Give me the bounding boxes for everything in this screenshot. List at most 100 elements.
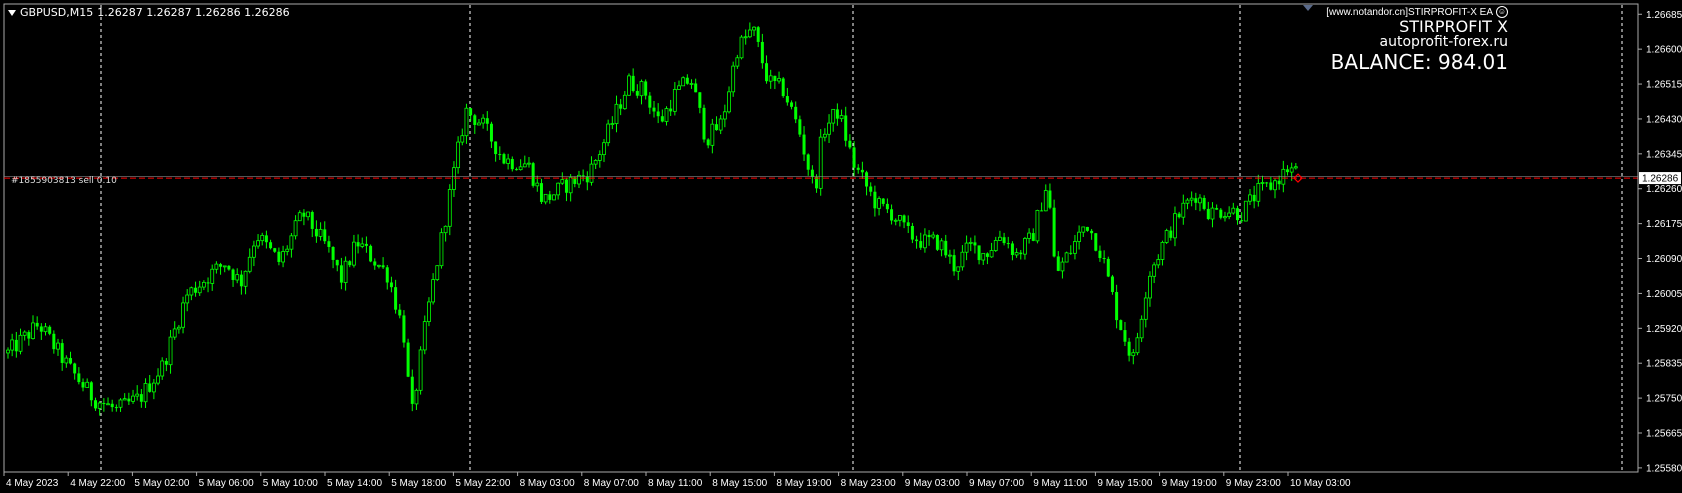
candle-body: [1040, 210, 1044, 212]
candle-body: [1014, 252, 1019, 256]
candle-body: [531, 163, 535, 186]
price-axis[interactable]: 1.26685 1.26600 1.26515 1.26430 1.26345 1.262…: [1637, 4, 1682, 474]
candle-body: [993, 240, 998, 251]
candle-body: [777, 78, 781, 82]
candle-body: [852, 147, 856, 168]
candle-body: [685, 77, 689, 84]
candle-body: [1060, 261, 1065, 272]
candle-body: [652, 107, 656, 112]
dropdown-triangle-icon[interactable]: [8, 9, 16, 16]
candle-body: [1223, 216, 1227, 219]
time-tick-label: 8 May 11:00: [648, 478, 703, 489]
candle-body: [1248, 194, 1252, 202]
candle-body: [839, 115, 844, 120]
candle-body: [810, 169, 814, 178]
candle-body: [1077, 231, 1082, 242]
candle-body: [473, 115, 477, 125]
ea-site: autoprofit-forex.ru: [1379, 34, 1508, 50]
candle-body: [794, 106, 798, 120]
candle-body: [114, 407, 118, 409]
candle-body: [1148, 275, 1152, 299]
candle-body: [560, 179, 565, 184]
candle-body: [18, 334, 23, 352]
candle-body: [785, 96, 789, 103]
candle-body: [94, 400, 98, 409]
candle-body: [806, 154, 810, 170]
candle-body: [6, 349, 10, 354]
candle-body: [1160, 241, 1165, 260]
candle-body: [773, 75, 777, 81]
candle-body: [1131, 352, 1136, 357]
chart-window[interactable]: 1.26286 1.26685 1.26600 1.26515 1.26430 1.26…: [0, 0, 1682, 493]
candle-body: [447, 189, 452, 227]
candle-body: [881, 198, 885, 204]
candle-body: [427, 301, 431, 322]
candles: [6, 22, 1298, 416]
candle-body: [765, 63, 769, 82]
candle-body: [422, 321, 427, 351]
symbol-header[interactable]: GBPUSD,M15 1.26287 1.26287 1.26286 1.262…: [8, 6, 290, 19]
candle-body: [1293, 166, 1298, 169]
candle-body: [1243, 200, 1248, 222]
candle-body: [27, 332, 31, 339]
candle-body: [552, 194, 556, 201]
order-line[interactable]: 1.26286: [4, 172, 1681, 185]
order-label[interactable]: #1855903813 sell 0.10: [11, 176, 117, 186]
candle-body: [798, 119, 802, 135]
candle-body: [568, 176, 573, 194]
candle-body: [506, 158, 511, 164]
candle-body: [981, 252, 986, 261]
candle-body: [456, 141, 461, 169]
candle-body: [247, 256, 252, 272]
time-axis[interactable]: 4 May 2023 4 May 22:00 5 May 02:00 5 May 06…: [3, 472, 1351, 489]
candle-body: [431, 279, 436, 303]
price-tick-label: 1.26600: [1646, 45, 1682, 56]
candle-body: [1106, 258, 1110, 277]
candle-body: [285, 248, 290, 252]
candle-body: [176, 326, 181, 330]
time-tick-label: 9 May 03:00: [905, 478, 960, 489]
candle-body: [752, 26, 756, 31]
candle-body: [1285, 169, 1289, 173]
candle-body: [414, 389, 419, 405]
candle-body: [197, 286, 202, 294]
time-tick-label: 5 May 02:00: [134, 478, 189, 489]
current-price-label: 1.26286: [1642, 174, 1679, 185]
candle-body: [1119, 320, 1123, 331]
candle-body: [698, 92, 702, 108]
candle-body: [64, 357, 69, 364]
candle-body: [1102, 258, 1106, 260]
time-tick-label: 8 May 07:00: [584, 478, 639, 489]
candle-body: [635, 90, 639, 96]
candle-body: [802, 134, 806, 155]
candle-body: [97, 402, 102, 409]
candle-body: [543, 193, 548, 203]
candle-body: [1215, 208, 1219, 210]
candle-body: [464, 107, 469, 137]
candle-body: [360, 243, 365, 247]
candle-body: [43, 326, 48, 333]
candle-body: [1094, 233, 1098, 251]
candle-body: [1156, 259, 1161, 266]
candle-body: [631, 75, 635, 91]
candle-body: [214, 263, 219, 270]
candle-body: [210, 268, 215, 284]
candle-body: [439, 232, 444, 267]
candle-body: [860, 169, 864, 173]
candle-body: [1031, 233, 1035, 241]
candle-body: [1123, 330, 1127, 342]
shift-marker-icon[interactable]: [1303, 5, 1313, 11]
candle-body: [443, 225, 448, 234]
price-tick-label: 1.26175: [1646, 219, 1682, 230]
price-tick-label: 1.26515: [1646, 80, 1682, 91]
symbol-timeframe: GBPUSD,M15: [20, 6, 94, 19]
candle-body: [377, 264, 381, 267]
candle-body: [118, 399, 123, 408]
candle-body: [968, 241, 973, 244]
candle-body: [952, 255, 956, 272]
candle-body: [677, 85, 681, 90]
candle-body: [48, 326, 52, 334]
candle-body: [1173, 213, 1177, 239]
candle-body: [477, 122, 481, 126]
candle-body: [768, 75, 773, 82]
